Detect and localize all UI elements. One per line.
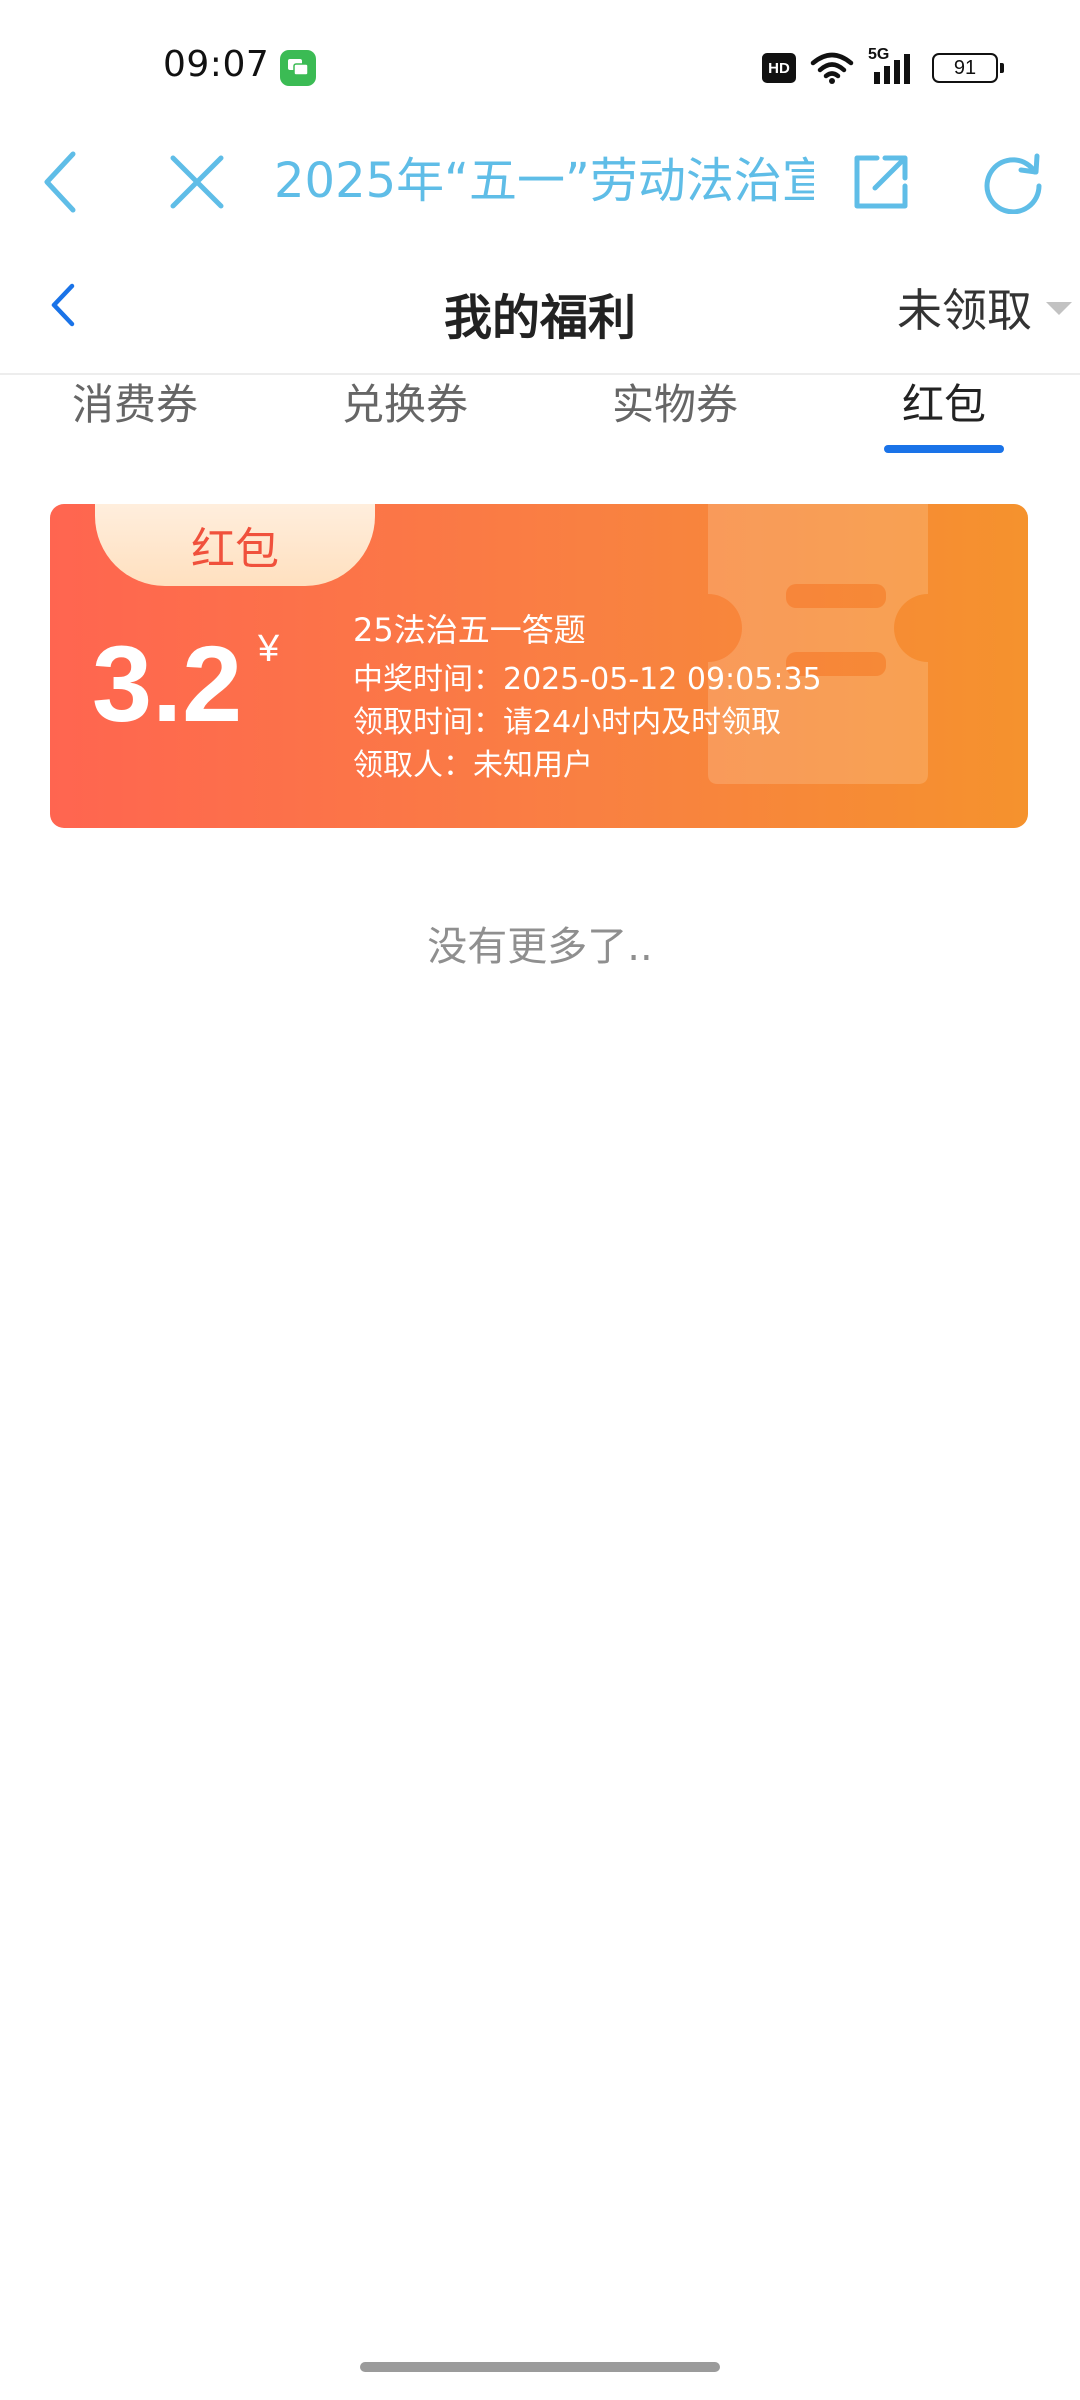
message-notification-icon [280, 50, 316, 86]
coupon-tabs: 消费券 兑换券 实物券 红包 [0, 375, 1080, 460]
activity-name: 25法治五一答题 [353, 611, 586, 649]
close-icon [170, 155, 224, 209]
status-bar: 09:07 HD 5G 91 [0, 0, 1080, 130]
status-filter-dropdown[interactable]: 未领取 [897, 274, 1072, 339]
red-packet-details: 25法治五一答题 中奖时间：2025-05-12 09:05:35 领取时间：请… [353, 602, 822, 787]
share-button[interactable] [836, 132, 926, 232]
tab-physical-coupon[interactable]: 实物券 [612, 375, 738, 435]
browser-toolbar: 2025年“五一”劳动法治宣 [0, 130, 1080, 250]
red-packet-tag: 红包 [95, 504, 375, 586]
list-end-text: 没有更多了.. [427, 924, 653, 970]
win-time: 中奖时间：2025-05-12 09:05:35 [353, 662, 822, 697]
recipient: 领取人：未知用户 [353, 748, 593, 783]
home-indicator[interactable] [360, 2362, 720, 2372]
status-time: 09:07 [163, 44, 270, 85]
refresh-button[interactable] [968, 132, 1058, 232]
battery-level: 91 [953, 56, 977, 79]
back-icon [44, 151, 76, 213]
refresh-icon [984, 153, 1042, 214]
wifi-icon [810, 52, 854, 84]
cellular-signal-icon: 5G [868, 46, 918, 86]
share-icon [854, 155, 908, 209]
currency-symbol: ¥ [258, 628, 280, 670]
filter-label: 未领取 [896, 284, 1032, 337]
tab-red-packet[interactable]: 红包 [902, 375, 986, 435]
active-tab-indicator [884, 445, 1004, 453]
close-button[interactable] [152, 132, 242, 232]
red-packet-card[interactable]: 红包 3.2 ¥ 25法治五一答题 中奖时间：2025-05-12 09:05:… [50, 504, 1028, 828]
status-indicators: HD 5G 91 [762, 46, 1004, 88]
browser-page-title: 2025年“五一”劳动法治宣 [274, 153, 814, 209]
battery-icon: 91 [932, 53, 1004, 83]
back-button[interactable] [16, 132, 106, 232]
claim-time: 领取时间：请24小时内及时领取 [353, 705, 782, 740]
tab-consumption-coupon[interactable]: 消费券 [72, 375, 198, 435]
hd-icon: HD [762, 53, 796, 83]
red-packet-amount: 3.2 [92, 623, 243, 744]
tab-exchange-coupon[interactable]: 兑换券 [342, 375, 468, 435]
page-header: 我的福利 未领取 [0, 250, 1080, 375]
caret-down-icon [1046, 302, 1072, 315]
